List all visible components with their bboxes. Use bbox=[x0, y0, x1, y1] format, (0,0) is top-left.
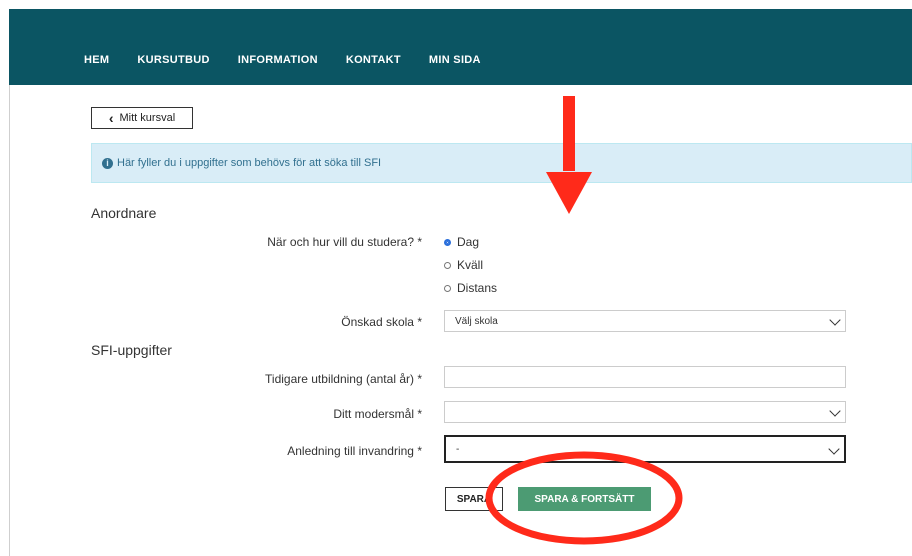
page-left-border bbox=[9, 85, 10, 556]
chevron-down-icon bbox=[829, 405, 841, 417]
info-icon: i bbox=[102, 157, 113, 169]
nav-item-min-sida[interactable]: MIN SIDA bbox=[429, 54, 481, 66]
save-button[interactable]: SPARA bbox=[445, 487, 503, 511]
radio-option-distans[interactable]: Distans bbox=[444, 281, 497, 295]
nav-item-information[interactable]: INFORMATION bbox=[238, 54, 318, 66]
radio-option-kvall[interactable]: Kväll bbox=[444, 258, 483, 272]
back-button-label: Mitt kursval bbox=[119, 112, 176, 124]
language-label: Ditt modersmål * bbox=[333, 407, 422, 421]
radio-unselected-icon bbox=[444, 284, 451, 292]
chevron-down-icon bbox=[828, 443, 840, 455]
immigration-reason-value: - bbox=[456, 443, 460, 455]
study-question-label: När och hur vill du studera? * bbox=[267, 235, 422, 249]
back-to-course-selection-button[interactable]: ‹ Mitt kursval bbox=[91, 107, 193, 129]
info-text: Här fyller du i uppgifter som behövs för… bbox=[117, 157, 382, 169]
top-navigation-bar bbox=[9, 9, 912, 85]
school-label: Önskad skola * bbox=[341, 315, 422, 329]
nav-item-kontakt[interactable]: KONTAKT bbox=[346, 54, 401, 66]
school-select-value: Välj skola bbox=[455, 315, 498, 327]
radio-selected-icon bbox=[444, 238, 451, 246]
radio-unselected-icon bbox=[444, 261, 451, 269]
reason-label: Anledning till invandring * bbox=[287, 444, 422, 458]
immigration-reason-select[interactable]: - bbox=[444, 435, 846, 463]
school-select[interactable]: Välj skola bbox=[444, 310, 846, 332]
section-title-sfi: SFI-uppgifter bbox=[91, 342, 172, 358]
nav-item-hem[interactable]: HEM bbox=[84, 54, 109, 66]
save-and-continue-label: SPARA & FORTSÄTT bbox=[534, 493, 635, 505]
save-and-continue-button[interactable]: SPARA & FORTSÄTT bbox=[518, 487, 651, 511]
save-button-label: SPARA bbox=[456, 493, 492, 505]
radio-option-dag[interactable]: Dag bbox=[444, 235, 479, 249]
section-title-anordnare: Anordnare bbox=[91, 205, 157, 221]
education-label: Tidigare utbildning (antal år) * bbox=[265, 372, 422, 386]
info-alert: i Här fyller du i uppgifter som behövs f… bbox=[91, 143, 912, 183]
chevron-left-icon: ‹ bbox=[108, 110, 114, 126]
chevron-down-icon bbox=[829, 314, 841, 326]
main-navigation: HEM KURSUTBUD INFORMATION KONTAKT MIN SI… bbox=[84, 54, 509, 66]
mother-tongue-select[interactable] bbox=[444, 401, 846, 423]
radio-label-kvall: Kväll bbox=[457, 258, 484, 272]
radio-label-dag: Dag bbox=[457, 235, 480, 249]
education-years-input[interactable] bbox=[444, 366, 846, 388]
nav-item-kursutbud[interactable]: KURSUTBUD bbox=[137, 54, 209, 66]
radio-label-distans: Distans bbox=[457, 281, 498, 295]
